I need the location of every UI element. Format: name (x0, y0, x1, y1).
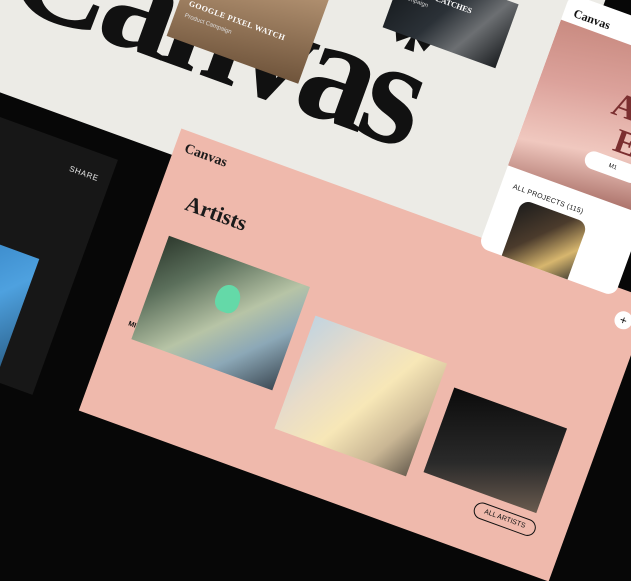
artist-hair-icon (211, 281, 245, 317)
artist-card-2[interactable] (274, 315, 448, 477)
artists-logo: Canvas (182, 141, 230, 171)
artist-card-1-caption: MI (127, 320, 137, 330)
plus-icon[interactable]: + (611, 308, 631, 332)
photo-dark-subtitle: Campaign (401, 0, 429, 10)
share-button[interactable]: SHARE (68, 164, 100, 183)
artists-title: Artists (182, 190, 251, 236)
artist-card-1[interactable]: MI (127, 235, 310, 391)
share-photo (0, 217, 40, 395)
artist-card-3[interactable] (423, 387, 568, 514)
